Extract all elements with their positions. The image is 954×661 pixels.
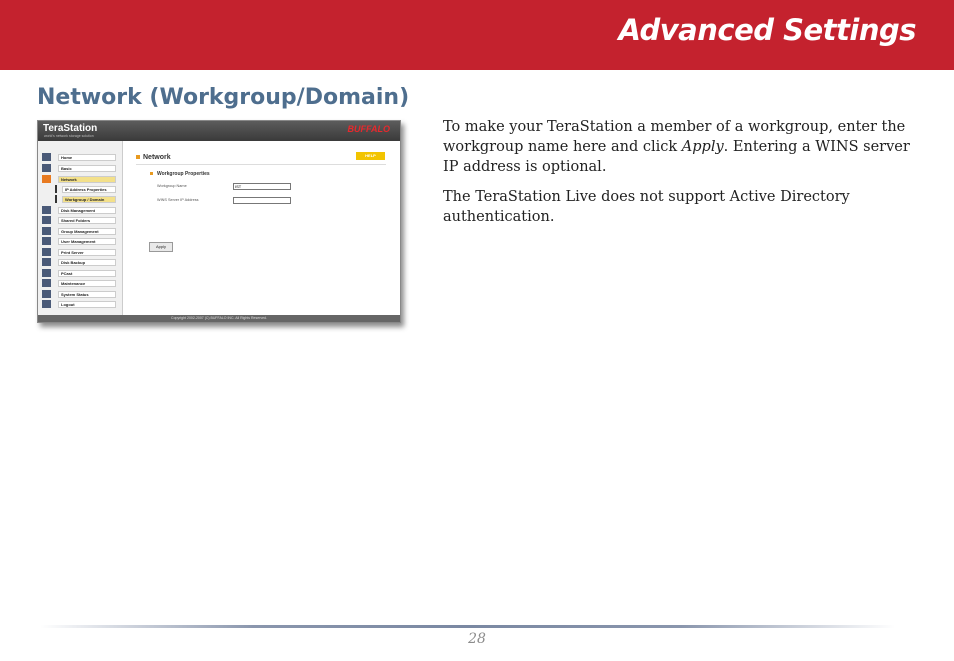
nav-label: Basic [58, 165, 116, 172]
nav-label: Disk Backup [58, 259, 116, 266]
disk-icon [42, 206, 51, 214]
folder-icon [42, 216, 51, 224]
workgroup-name-label: Workgroup Name [157, 184, 187, 188]
user-icon [42, 237, 51, 245]
apply-emphasis: Apply [681, 139, 724, 155]
backup-icon [42, 258, 51, 266]
nav-item-workgroup[interactable]: Workgroup / Domain [42, 195, 118, 203]
main-title: Network [143, 154, 171, 161]
footer-rule [40, 625, 895, 628]
logout-icon [42, 300, 51, 308]
terastation-logo: TeraStation [43, 123, 98, 134]
printer-icon [42, 248, 51, 256]
logo-tagline: world's network storage solution [44, 134, 94, 138]
nav-label: Shared Folders [58, 217, 116, 224]
arrow-icon [136, 155, 140, 159]
screenshot-main: Network HELP Workgroup Properties Workgr… [123, 141, 400, 315]
nav-item-network[interactable]: Network [42, 175, 118, 183]
nav-item-pcast[interactable]: PCast [42, 269, 118, 277]
nav-label: User Management [58, 238, 116, 245]
wins-server-label: WINS Server IP Address [157, 198, 199, 202]
nav-item-basic[interactable]: Basic [42, 164, 118, 172]
network-icon [42, 175, 51, 183]
nav-item-group-management[interactable]: Group Management [42, 227, 118, 235]
nav-item-disk-management[interactable]: Disk Management [42, 206, 118, 214]
status-icon [42, 290, 51, 298]
home-icon [42, 153, 51, 161]
nav-label: IP Address Properties [62, 186, 116, 193]
header-banner: Advanced Settings [0, 0, 954, 70]
screenshot-topbar: TeraStation world's network storage solu… [38, 121, 400, 141]
nav-item-system-status[interactable]: System Status [42, 290, 118, 298]
nav-item-user-management[interactable]: User Management [42, 237, 118, 245]
page-title: Advanced Settings [618, 13, 916, 47]
sub-marker-icon [55, 185, 57, 193]
nav-label: Workgroup / Domain [62, 196, 116, 203]
nav-item-disk-backup[interactable]: Disk Backup [42, 258, 118, 266]
nav-label: Network [58, 176, 116, 183]
page-number: 28 [468, 631, 486, 647]
apply-button[interactable]: Apply [149, 242, 173, 252]
nav-label: PCast [58, 270, 116, 277]
wins-server-input[interactable] [233, 197, 291, 204]
nav-label: System Status [58, 291, 116, 298]
divider [136, 164, 386, 165]
paragraph-2: The TeraStation Live does not support Ac… [443, 189, 850, 225]
arrow-icon [150, 172, 153, 175]
group-icon [42, 227, 51, 235]
body-text: To make your TeraStation a member of a w… [443, 117, 923, 237]
pcast-icon [42, 269, 51, 277]
nav-item-print-server[interactable]: Print Server [42, 248, 118, 256]
basic-icon [42, 164, 51, 172]
ui-screenshot: TeraStation world's network storage solu… [37, 120, 401, 323]
nav-item-shared-folders[interactable]: Shared Folders [42, 216, 118, 224]
nav-item-ip-address[interactable]: IP Address Properties [42, 185, 118, 193]
nav-item-home[interactable]: Home [42, 153, 118, 161]
nav-label: Maintenance [58, 280, 116, 287]
nav-label: Logout [58, 301, 116, 308]
maintenance-icon [42, 279, 51, 287]
nav-label: Group Management [58, 228, 116, 235]
nav-label: Disk Management [58, 207, 116, 214]
nav-item-maintenance[interactable]: Maintenance [42, 279, 118, 287]
screenshot-sidebar: Home Basic Network IP Address Properties… [38, 141, 123, 315]
sub-marker-icon [55, 195, 57, 203]
help-button[interactable]: HELP [356, 152, 385, 160]
screenshot-footer: Copyright 2002-2007 (C) BUFFALO INC. All… [38, 315, 400, 322]
buffalo-logo: BUFFALO [347, 124, 391, 134]
workgroup-name-input[interactable]: IST [233, 183, 291, 190]
nav-label: Print Server [58, 249, 116, 256]
nav-label: Home [58, 154, 116, 161]
section-heading: Network (Workgroup/Domain) [37, 85, 410, 110]
subsection-title: Workgroup Properties [157, 171, 210, 177]
paragraph-1: To make your TeraStation a member of a w… [443, 117, 923, 177]
nav-item-logout[interactable]: Logout [42, 300, 118, 308]
